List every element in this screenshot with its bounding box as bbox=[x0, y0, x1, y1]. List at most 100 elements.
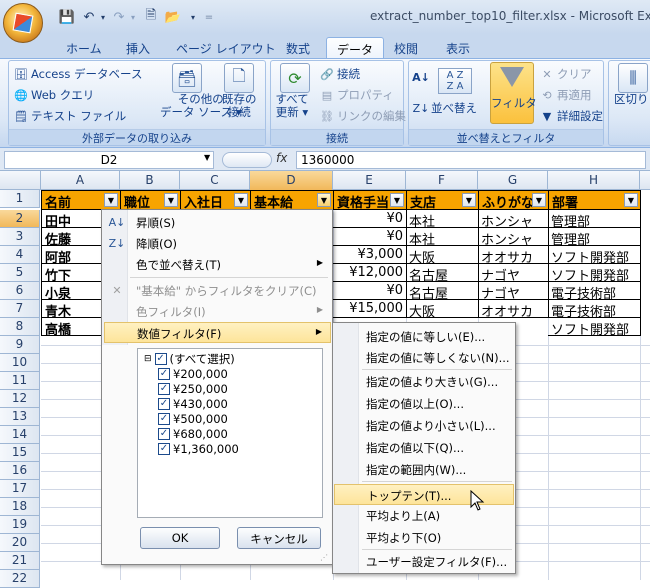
header-cell-join-date[interactable]: 入社日 ▼ bbox=[180, 190, 251, 210]
cell-h3[interactable]: 管理部 bbox=[548, 228, 641, 246]
row-header-17[interactable]: 17 bbox=[0, 480, 40, 498]
row-header-7[interactable]: 7 bbox=[0, 300, 40, 318]
cell-g5[interactable]: ナゴヤ bbox=[478, 264, 549, 282]
header-cell-allowance[interactable]: 資格手当 ▼ bbox=[333, 190, 407, 210]
checkbox-value[interactable]: ✓ ¥1,360,000 bbox=[158, 441, 239, 457]
row-header-11[interactable]: 11 bbox=[0, 372, 40, 390]
checkbox-value[interactable]: ✓ ¥430,000 bbox=[158, 396, 228, 412]
filter-dropdown-icon[interactable]: ▼ bbox=[462, 193, 476, 207]
cell-h5[interactable]: ソフト開発部 bbox=[548, 264, 641, 282]
cell-h7[interactable]: 電子技術部 bbox=[548, 300, 641, 318]
cell-f6[interactable]: 名古屋 bbox=[406, 282, 479, 300]
office-button[interactable] bbox=[3, 3, 43, 43]
cell-g4[interactable]: オオサカ bbox=[478, 246, 549, 264]
submenu-greater-than[interactable]: 指定の値より大きい(G)... bbox=[334, 371, 514, 392]
sort-by-color-item[interactable]: 色で並べ替え(T) ▶ bbox=[104, 254, 331, 275]
header-cell-base-salary[interactable]: 基本給 ▼ bbox=[250, 190, 334, 210]
checkbox-value[interactable]: ✓ ¥250,000 bbox=[158, 381, 228, 397]
row-header-13[interactable]: 13 bbox=[0, 408, 40, 426]
sort-asc-small-button[interactable]: A↓ bbox=[412, 70, 430, 84]
checkbox-value[interactable]: ✓ ¥200,000 bbox=[158, 366, 228, 382]
clear-filter-item[interactable]: ✕ "基本給" からフィルタをクリア(C) bbox=[104, 280, 331, 301]
access-db-button[interactable]: 🗄 Access データベース bbox=[14, 66, 142, 82]
cell-f2[interactable]: 本社 bbox=[406, 210, 479, 228]
submenu-less-or-equal[interactable]: 指定の値以下(Q)... bbox=[334, 437, 514, 458]
cell-h4[interactable]: ソフト開発部 bbox=[548, 246, 641, 264]
cell-g2[interactable]: ホンシャ bbox=[478, 210, 549, 228]
connections-button[interactable]: 🔗 接続 bbox=[320, 66, 360, 82]
cell-e4[interactable]: ¥3,000 bbox=[333, 246, 407, 264]
row-header-20[interactable]: 20 bbox=[0, 534, 40, 552]
cell-g6[interactable]: ナゴヤ bbox=[478, 282, 549, 300]
submenu-top-ten[interactable]: トップテン(T)... bbox=[334, 484, 514, 505]
save-icon[interactable]: 💾 bbox=[58, 8, 76, 26]
tab-view[interactable]: 表示 bbox=[436, 37, 480, 58]
row-header-4[interactable]: 4 bbox=[0, 246, 40, 264]
qat-more-icon[interactable]: = bbox=[200, 8, 218, 26]
row-header-19[interactable]: 19 bbox=[0, 516, 40, 534]
cell-h6[interactable]: 電子技術部 bbox=[548, 282, 641, 300]
header-cell-name[interactable]: 名前 ▼ bbox=[41, 190, 121, 210]
formula-bar-resize-handle[interactable] bbox=[222, 152, 272, 168]
col-header-a[interactable]: A bbox=[41, 171, 120, 190]
sort-descending-item[interactable]: Z↓ 降順(O) bbox=[104, 233, 331, 254]
sort-desc-small-button[interactable]: Z↓ 並べ替え bbox=[413, 100, 477, 116]
filter-dropdown-icon[interactable]: ▼ bbox=[390, 193, 404, 207]
cell-g7[interactable]: オオサカ bbox=[478, 300, 549, 318]
web-query-button[interactable]: 🌐 Web クエリ bbox=[14, 87, 94, 103]
submenu-not-equals[interactable]: 指定の値に等しくない(N)... bbox=[334, 347, 514, 368]
row-header-9[interactable]: 9 bbox=[0, 336, 40, 354]
submenu-less-than[interactable]: 指定の値より小さい(L)... bbox=[334, 415, 514, 436]
cell-e7[interactable]: ¥15,000 bbox=[333, 300, 407, 318]
resize-grip-icon[interactable]: ⋰ bbox=[320, 553, 330, 563]
row-header-22[interactable]: 22 bbox=[0, 570, 40, 588]
text-to-columns-button[interactable]: ⫼ 区切り bbox=[614, 63, 649, 106]
name-box[interactable]: D2 bbox=[4, 151, 214, 169]
submenu-below-average[interactable]: 平均より下(O) bbox=[334, 527, 514, 548]
col-header-b[interactable]: B bbox=[120, 171, 180, 190]
checkbox-value[interactable]: ✓ ¥500,000 bbox=[158, 411, 228, 427]
filter-dropdown-icon[interactable]: ▼ bbox=[624, 193, 638, 207]
redo-dropdown-icon[interactable]: ▾ bbox=[124, 8, 142, 26]
submenu-between[interactable]: 指定の範囲内(W)... bbox=[334, 459, 514, 480]
row-header-10[interactable]: 10 bbox=[0, 354, 40, 372]
row-header-1[interactable]: 1 bbox=[0, 190, 40, 208]
ok-button[interactable]: OK bbox=[140, 527, 220, 549]
filter-button[interactable]: フィルタ bbox=[490, 62, 537, 124]
filter-dropdown-icon[interactable]: ▼ bbox=[104, 193, 118, 207]
col-header-g[interactable]: G bbox=[478, 171, 548, 190]
header-cell-position[interactable]: 職位 ▼ bbox=[120, 190, 181, 210]
row-header-6[interactable]: 6 bbox=[0, 282, 40, 300]
tab-formulas[interactable]: 数式 bbox=[276, 37, 320, 58]
cell-f4[interactable]: 大阪 bbox=[406, 246, 479, 264]
tab-review[interactable]: 校閲 bbox=[384, 37, 428, 58]
row-header-5[interactable]: 5 bbox=[0, 264, 40, 282]
row-header-2[interactable]: 2 bbox=[0, 210, 40, 228]
filter-dropdown-icon[interactable]: ▼ bbox=[234, 193, 248, 207]
tab-data[interactable]: データ bbox=[326, 37, 385, 58]
open-folder-icon[interactable]: 📂 bbox=[164, 8, 182, 26]
reapply-button[interactable]: ⟲ 再適用 bbox=[540, 87, 591, 103]
sort-ascending-item[interactable]: A↓ 昇順(S) bbox=[104, 212, 331, 233]
col-header-h[interactable]: H bbox=[548, 171, 640, 190]
cell-f5[interactable]: 名古屋 bbox=[406, 264, 479, 282]
clear-filter-button[interactable]: ✕ クリア bbox=[540, 66, 591, 82]
filter-dropdown-icon[interactable]: ▼ bbox=[532, 193, 546, 207]
checkbox-select-all[interactable]: ⊟ ✓ (すべて選択) bbox=[144, 351, 235, 367]
col-header-f[interactable]: F bbox=[406, 171, 478, 190]
color-filter-item[interactable]: 色フィルタ(I) ▶ bbox=[104, 301, 331, 322]
submenu-custom-filter[interactable]: ユーザー設定フィルタ(F)... bbox=[334, 551, 514, 572]
cell-f3[interactable]: 本社 bbox=[406, 228, 479, 246]
header-cell-department[interactable]: 部署 ▼ bbox=[548, 190, 641, 210]
col-header-d[interactable]: D bbox=[250, 171, 333, 190]
name-box-dropdown-icon[interactable]: ▼ bbox=[204, 153, 210, 162]
tab-insert[interactable]: 挿入 bbox=[116, 37, 160, 58]
select-all-corner[interactable] bbox=[0, 171, 41, 190]
cell-e2[interactable]: ¥0 bbox=[333, 210, 407, 228]
tab-page-layout[interactable]: ページ レイアウト bbox=[166, 37, 286, 58]
sort-dialog-icon[interactable]: A ZZ A bbox=[438, 68, 472, 94]
advanced-filter-button[interactable]: ▼ 詳細設定 bbox=[540, 108, 603, 124]
formula-input[interactable]: 1360000 bbox=[296, 151, 646, 169]
properties-button[interactable]: ▤ プロパティ bbox=[320, 87, 394, 103]
text-file-button[interactable]: 🗒 テキスト ファイル bbox=[14, 108, 126, 124]
